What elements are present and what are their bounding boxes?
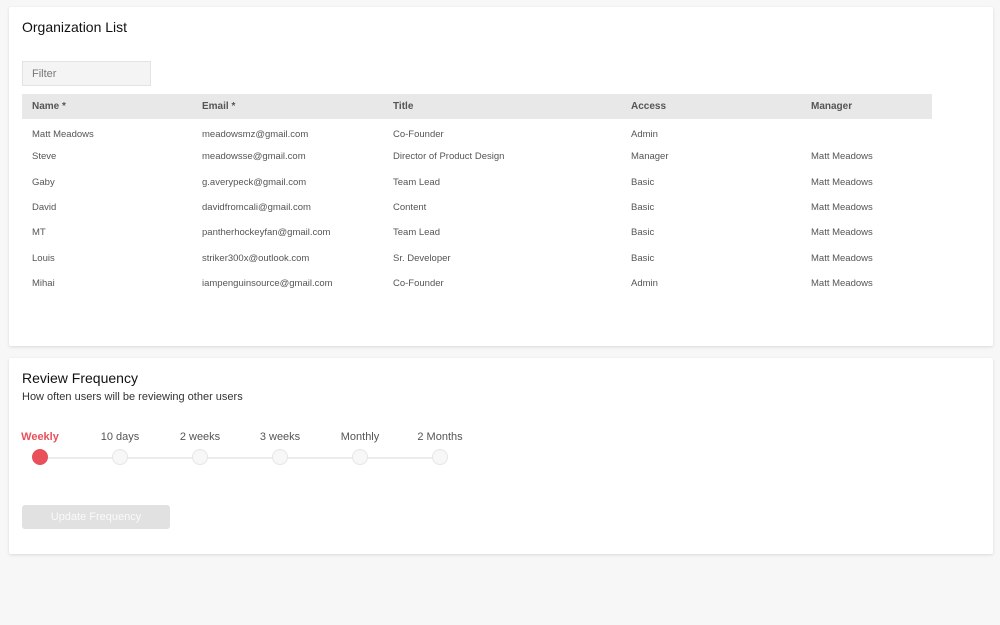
cell-manager: Matt Meadows [811, 252, 873, 264]
cell-access: Basic [631, 252, 655, 264]
column-header-name[interactable]: Name * [22, 94, 192, 119]
column-header-manager[interactable]: Manager [801, 94, 932, 119]
frequency-option-label[interactable]: 10 days [101, 431, 140, 443]
cell-manager: Matt Meadows [811, 176, 873, 188]
cell-name: David [32, 202, 57, 214]
cell-title: Sr. Developer [393, 252, 451, 264]
cell-access: Admin [631, 277, 658, 289]
frequency-slider-stop[interactable] [352, 449, 368, 465]
review-frequency-card: Review Frequency How often users will be… [9, 358, 993, 554]
column-header-email[interactable]: Email * [192, 94, 383, 119]
cell-title: Team Lead [393, 227, 441, 239]
cell-access: Basic [631, 227, 655, 239]
update-frequency-button[interactable]: Update Frequency [22, 505, 170, 529]
cell-manager: Matt Meadows [811, 227, 873, 239]
cell-manager: Matt Meadows [811, 277, 873, 289]
cell-title: Director of Product Design [393, 151, 505, 163]
table-row[interactable]: Mihai iampenguinsource@gmail.com Co-Founde… [22, 271, 932, 296]
cell-access: Admin [631, 129, 658, 141]
cell-email: g.averypeck@gmail.com [202, 176, 307, 188]
cell-name: Steve [32, 151, 57, 163]
cell-access: Manager [631, 151, 669, 163]
organization-table: Name * Email * Title Access Manager Matt… [22, 94, 932, 296]
frequency-option-label[interactable]: 3 weeks [260, 431, 300, 443]
cell-email: davidfromcali@gmail.com [202, 202, 311, 214]
frequency-option-label[interactable]: 2 Months [417, 431, 462, 443]
cell-email: pantherhockeyfan@gmail.com [202, 227, 331, 239]
cell-access: Basic [631, 202, 655, 214]
table-row[interactable]: Matt Meadows meadowsmz@gmail.com Co-Founde… [22, 119, 932, 144]
organization-list-title: Organization List [22, 19, 128, 35]
filter-input[interactable] [22, 61, 151, 86]
column-header-access[interactable]: Access [621, 94, 801, 119]
table-row[interactable]: Louis striker300x@outlook.com Sr. Develope… [22, 245, 932, 270]
cell-name: MT [32, 227, 46, 239]
frequency-slider-track[interactable] [40, 457, 440, 459]
cell-title: Co-Founder [393, 129, 444, 141]
cell-title: Content [393, 202, 427, 214]
cell-name: Louis [32, 252, 55, 264]
frequency-slider-stop[interactable] [272, 449, 288, 465]
cell-access: Basic [631, 176, 655, 188]
table-row[interactable]: MT pantherhockeyfan@gmail.com Team Lead Bas… [22, 220, 932, 245]
cell-email: meadowsse@gmail.com [202, 151, 306, 163]
cell-title: Co-Founder [393, 277, 444, 289]
cell-manager: Matt Meadows [811, 202, 873, 214]
organization-list-card: Organization List Name * Email * Title A… [9, 7, 993, 346]
cell-email: meadowsmz@gmail.com [202, 129, 309, 141]
cell-title: Team Lead [393, 176, 441, 188]
table-row[interactable]: Gaby g.averypeck@gmail.com Team Lead Basic M… [22, 170, 932, 195]
table-header-row: Name * Email * Title Access Manager [22, 94, 932, 119]
cell-email: iampenguinsource@gmail.com [202, 277, 333, 289]
frequency-slider-stop[interactable] [112, 449, 128, 465]
review-frequency-title: Review Frequency [22, 370, 138, 386]
frequency-slider-stop[interactable] [432, 449, 448, 465]
table-row[interactable]: Steve meadowsse@gmail.com Director of Prod… [22, 144, 932, 169]
frequency-option-label[interactable]: Monthly [341, 431, 380, 443]
frequency-slider-stop[interactable] [192, 449, 208, 465]
cell-name: Mihai [32, 277, 55, 289]
cell-name: Gaby [32, 176, 55, 188]
frequency-option-label[interactable]: 2 weeks [180, 431, 220, 443]
cell-manager [801, 119, 932, 144]
cell-manager: Matt Meadows [811, 151, 873, 163]
column-header-title[interactable]: Title [383, 94, 621, 119]
review-frequency-subtitle: How often users will be reviewing other … [22, 391, 243, 403]
table-row[interactable]: David davidfromcali@gmail.com Content Basic… [22, 195, 932, 220]
frequency-slider-handle[interactable] [32, 449, 48, 465]
cell-name: Matt Meadows [32, 129, 94, 141]
cell-email: striker300x@outlook.com [202, 252, 310, 264]
frequency-labels: Weekly 10 days 2 weeks 3 weeks Monthly 2 Mont… [9, 431, 993, 445]
frequency-option-label[interactable]: Weekly [21, 431, 59, 443]
